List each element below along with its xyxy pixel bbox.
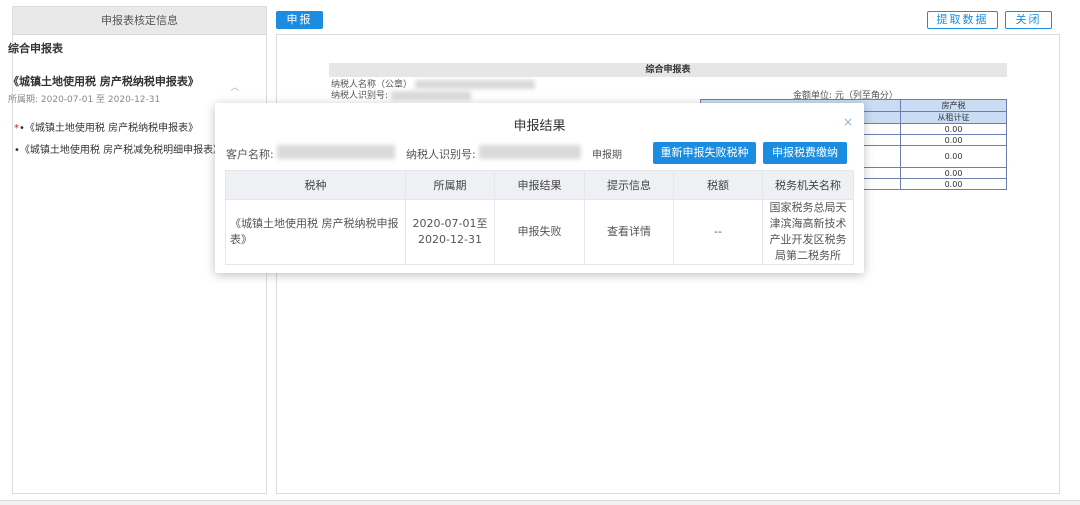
column-header-amount: 税额 — [673, 170, 763, 200]
bottom-scrollbar[interactable] — [0, 500, 1080, 505]
column-header-period: 所属期 — [405, 170, 495, 200]
extract-data-button[interactable]: 提取数据 — [927, 11, 998, 29]
pay-tax-button[interactable]: 申报税费缴纳 — [763, 142, 847, 164]
column-header-office: 税务机关名称 — [762, 170, 854, 200]
section-title: 综合申报表 — [8, 42, 63, 55]
result-table: 税种 所属期 申报结果 提示信息 税额 税务机关名称 《城镇土地使用税 房产税纳… — [225, 170, 854, 265]
close-button[interactable]: 关闭 — [1005, 11, 1052, 29]
declare-result-dialog: 申报结果 × 客户名称: 纳税人识别号: 申报期 重新申报失败税种 申报税费缴纳… — [215, 103, 864, 273]
report-cell[interactable]: 0.00 — [900, 145, 1007, 168]
report-header-col: 从租计征 — [900, 111, 1007, 124]
cell-amount: -- — [673, 199, 763, 265]
dialog-title: 申报结果 — [513, 119, 566, 134]
redeclare-failed-button[interactable]: 重新申报失败税种 — [653, 142, 756, 164]
chevron-up-icon[interactable]: ︿ — [228, 80, 242, 93]
cell-period: 2020-07-01至2020-12-31 — [405, 199, 495, 265]
table-row: 《城镇土地使用税 房产税纳税申报表》 2020-07-01至2020-12-31… — [225, 199, 854, 265]
redacted-value — [390, 91, 471, 100]
report-cell[interactable]: 0.00 — [900, 178, 1007, 190]
customer-name-label: 客户名称: — [226, 148, 274, 161]
left-item-label: •《城镇土地使用税 房产税减免税明细申报表》 — [14, 145, 224, 156]
form-period: 所属期: 2020-07-01 至 2020-12-31 — [8, 95, 161, 105]
column-header-result: 申报结果 — [494, 170, 585, 200]
customer-name-value — [277, 145, 395, 159]
report-title: 综合申报表 — [329, 63, 1007, 77]
view-details-link[interactable]: 查看详情 — [584, 199, 674, 265]
close-icon[interactable]: × — [841, 115, 855, 129]
table-header-row: 税种 所属期 申报结果 提示信息 税额 税务机关名称 — [225, 170, 854, 200]
taxpayer-id-value — [479, 145, 581, 159]
cell-tax-office: 国家税务总局天津滨海高新技术产业开发区税务局第二税务所 — [762, 199, 854, 265]
report-header-tax: 房产税 — [900, 99, 1007, 112]
cell-result: 申报失败 — [494, 199, 585, 265]
left-panel-header: 申报表核定信息 — [13, 7, 266, 35]
declare-period-label: 申报期 — [592, 150, 622, 161]
taxpayer-id-label: 纳税人识别号: — [406, 148, 476, 161]
left-item-label: •《城镇土地使用税 房产税纳税申报表》 — [19, 123, 199, 134]
report-cell[interactable]: 0.00 — [900, 123, 1007, 135]
column-header-hint: 提示信息 — [584, 170, 674, 200]
report-taxpayer-id: 纳税人识别号: — [331, 88, 471, 101]
form-group-title[interactable]: 《城镇土地使用税 房产税纳税申报表》 — [8, 73, 199, 89]
declare-button[interactable]: 申报 — [276, 11, 323, 29]
report-cell[interactable]: 0.00 — [900, 134, 1007, 146]
report-cell[interactable]: 0.00 — [900, 167, 1007, 179]
cell-tax-type: 《城镇土地使用税 房产税纳税申报表》 — [225, 199, 406, 265]
column-header-tax-type: 税种 — [225, 170, 406, 200]
